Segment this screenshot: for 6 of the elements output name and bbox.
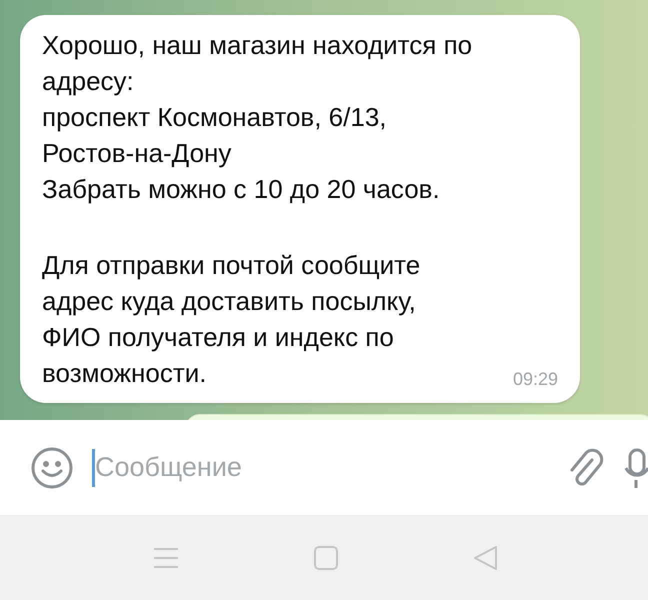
message-paragraph: Для отправки почтой сообщите адрес куда доставить посылку, ФИО получателя и индекс по возможности. — [42, 249, 420, 390]
message-paragraph: Хорошо, наш магазин находится по адресу: проспект Космонавтов, 6/13, Ростов-на-Дону Забрать можно с 10 до 20 часов. — [42, 29, 472, 206]
message-time: 09:29 — [512, 368, 558, 391]
text-cursor — [92, 448, 95, 486]
message-input[interactable]: Сообщение — [95, 447, 548, 488]
emoji-icon[interactable] — [30, 446, 74, 490]
